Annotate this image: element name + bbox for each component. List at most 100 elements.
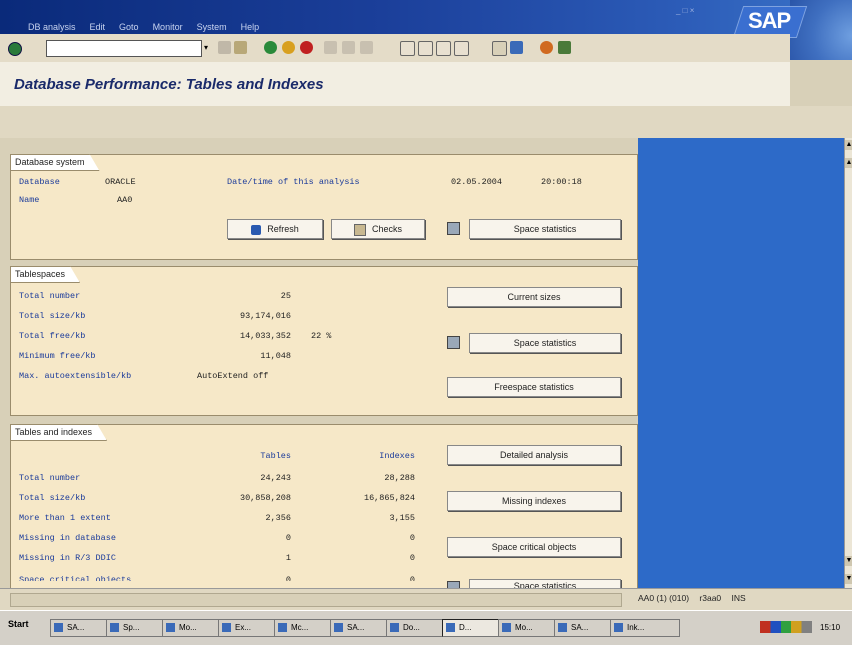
previous-page-icon[interactable] <box>418 41 433 56</box>
ts-row-label: Minimum free/kb <box>19 351 96 361</box>
space-statistics-icon <box>447 222 460 235</box>
help-icon[interactable] <box>540 41 553 54</box>
menu-help[interactable]: Help <box>241 22 260 34</box>
checks-icon <box>353 223 366 236</box>
background-area <box>638 138 844 588</box>
ti-row-indexes: 0 <box>409 553 415 563</box>
system-info: AA0 (1) (010) r3aa0 INS <box>638 593 746 603</box>
database-label: Database <box>19 177 60 187</box>
ti-row-indexes: 28,288 <box>384 473 415 483</box>
back-icon[interactable] <box>264 41 277 54</box>
ti-row-tables: 0 <box>285 533 291 543</box>
freespace-statistics-button[interactable]: Freespace statistics <box>447 377 621 397</box>
ti-row-label: Space critical objects <box>19 575 132 585</box>
page-title: Database Performance: Tables and Indexes <box>14 76 324 93</box>
ts-row-value: AutoExtend off <box>197 371 269 381</box>
first-page-icon[interactable] <box>400 41 415 56</box>
command-field[interactable] <box>46 40 202 57</box>
shortcut-icon[interactable] <box>510 41 523 54</box>
checks-button-label: Checks <box>371 224 402 234</box>
analysis-date: 02.05.2004 <box>451 177 503 187</box>
application-toolbar <box>0 106 852 138</box>
refresh-button[interactable]: Refresh <box>227 219 323 239</box>
ti-row-label: Total number <box>19 473 81 483</box>
find-next-icon[interactable] <box>360 41 373 54</box>
menu-db-analysis[interactable]: DB analysis <box>28 22 76 34</box>
system-tray-icons[interactable] <box>760 621 812 633</box>
ti-row-tables: 30,858,208 <box>239 493 291 503</box>
taskbar-item[interactable]: Ink... <box>610 619 680 637</box>
create-session-icon[interactable] <box>492 41 507 56</box>
next-page-icon[interactable] <box>436 41 451 56</box>
space-statistics-button[interactable]: Space statistics <box>469 333 621 353</box>
scroll-down-page-icon[interactable]: ▼ <box>845 556 852 566</box>
standard-toolbar: ▾ <box>0 34 790 63</box>
current-sizes-button[interactable]: Current sizes <box>447 287 621 307</box>
vertical-scrollbar[interactable]: ▲ ▲ ▼ ▼ <box>844 138 852 588</box>
exit-icon[interactable] <box>282 41 295 54</box>
separator-icon <box>218 41 231 54</box>
tablespaces-group: Tablespaces Total number 25 Total size/k… <box>10 266 638 416</box>
group-title: Tablespaces <box>10 266 80 283</box>
input-mode: INS <box>731 593 746 603</box>
menu-monitor[interactable]: Monitor <box>153 22 183 34</box>
page-title-bar: Database Performance: Tables and Indexes <box>0 62 790 106</box>
ts-row-value: 11,048 <box>260 351 291 361</box>
ti-row-tables: 24,243 <box>260 473 291 483</box>
checks-button[interactable]: Checks <box>331 219 425 239</box>
windows-taskbar: Start SA... Sp... Mo... Ex... Mc... SA..… <box>0 610 852 645</box>
ti-row-indexes: 16,865,824 <box>363 493 415 503</box>
find-icon[interactable] <box>342 41 355 54</box>
ti-row-indexes: 0 <box>409 575 415 585</box>
group-title: Database system <box>10 154 100 171</box>
tables-indexes-group: Tables and indexes Tables Indexes Total … <box>10 424 638 594</box>
last-page-icon[interactable] <box>454 41 469 56</box>
ti-row-tables: 1 <box>285 553 291 563</box>
name-value: AA0 <box>117 195 133 205</box>
ti-row-tables: 2,356 <box>265 513 291 523</box>
ts-row-label: Max. autoextensible/kb <box>19 371 132 381</box>
enter-icon[interactable] <box>8 42 22 56</box>
print-icon[interactable] <box>324 41 337 54</box>
ts-row-label: Total size/kb <box>19 311 86 321</box>
ts-row-value: 14,033,352 <box>239 331 291 341</box>
start-button[interactable]: Start <box>8 619 29 629</box>
status-bar: AA0 (1) (010) r3aa0 INS <box>0 588 852 611</box>
title-bar: DB analysis Edit Goto Monitor System Hel… <box>0 0 852 34</box>
refresh-icon <box>251 224 262 235</box>
space-statistics-button[interactable]: Space statistics <box>469 219 621 239</box>
menu-bar: DB analysis Edit Goto Monitor System Hel… <box>28 22 259 34</box>
ti-row-label: Total size/kb <box>19 493 86 503</box>
database-system-group: Database system Database ORACLE Name AA0… <box>10 154 638 260</box>
database-value: ORACLE <box>105 177 136 187</box>
window-controls[interactable]: _ □ × <box>676 6 694 15</box>
column-header-indexes: Indexes <box>379 451 415 461</box>
ts-row-value: 93,174,016 <box>239 311 291 321</box>
menu-edit[interactable]: Edit <box>90 22 106 34</box>
column-header-tables: Tables <box>260 451 291 461</box>
server-name: r3aa0 <box>699 593 722 603</box>
ts-row-value: 25 <box>280 291 291 301</box>
scroll-up-icon[interactable]: ▲ <box>845 140 852 150</box>
detailed-analysis-button[interactable]: Detailed analysis <box>447 445 621 465</box>
scroll-down-icon[interactable]: ▼ <box>845 574 852 584</box>
horizontal-scrollbar[interactable] <box>10 593 622 607</box>
menu-system[interactable]: System <box>197 22 227 34</box>
ti-row-indexes: 3,155 <box>389 513 415 523</box>
space-critical-objects-button[interactable]: Space critical objects <box>447 537 621 557</box>
save-icon[interactable] <box>234 41 247 54</box>
ti-row-tables: 0 <box>285 575 291 585</box>
system-status: AA0 (1) (010) <box>638 593 690 603</box>
space-statistics-icon <box>447 336 460 349</box>
cancel-icon[interactable] <box>300 41 313 54</box>
layout-menu-icon[interactable] <box>558 41 571 54</box>
taskbar-clock: 15:10 <box>820 623 841 632</box>
ts-row-label: Total free/kb <box>19 331 86 341</box>
dropdown-icon[interactable]: ▾ <box>204 43 208 52</box>
analysis-datetime-label: Date/time of this analysis <box>227 177 360 187</box>
scroll-up-page-icon[interactable]: ▲ <box>845 158 852 168</box>
analysis-time: 20:00:18 <box>541 177 582 187</box>
missing-indexes-button[interactable]: Missing indexes <box>447 491 621 511</box>
menu-goto[interactable]: Goto <box>119 22 139 34</box>
ti-row-label: Missing in database <box>19 533 116 543</box>
